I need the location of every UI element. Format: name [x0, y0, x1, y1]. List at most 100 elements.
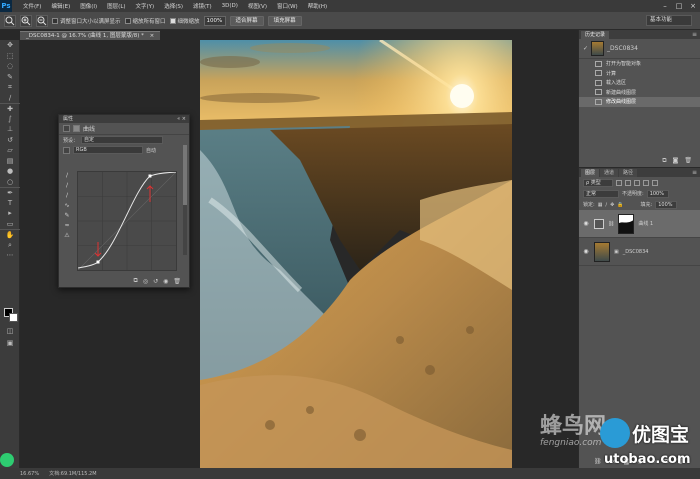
background-color-swatch[interactable]	[9, 313, 18, 322]
reset-icon[interactable]: ↺	[153, 278, 158, 285]
zoom-tool-icon[interactable]	[4, 14, 16, 27]
filter-pixel-icon[interactable]	[616, 179, 622, 186]
menu-help[interactable]: 帮助(H)	[303, 2, 332, 10]
preset-select[interactable]: 自定	[81, 136, 164, 144]
marquee-tool-icon[interactable]: ⬚	[0, 51, 20, 62]
quick-mask-icon[interactable]: ◫	[0, 326, 20, 337]
targeted-adjust-icon[interactable]	[63, 146, 70, 154]
menu-type[interactable]: 文字(Y)	[131, 2, 160, 10]
properties-panel[interactable]: 属性 « × 曲线 预设： 自定 RGB 自动 ∕ ∕ ∕ ∿ ✎ ≈ ⚠ ⧉ …	[58, 114, 190, 288]
shape-tool-icon[interactable]: ▭	[0, 219, 20, 230]
history-item[interactable]: 新建曲线图层	[579, 88, 700, 98]
channel-select[interactable]: RGB	[73, 146, 143, 154]
view-previous-icon[interactable]: ◎	[143, 278, 148, 285]
visibility-icon[interactable]: ◉	[163, 278, 168, 285]
move-tool-icon[interactable]: ✥	[0, 40, 20, 51]
mask-icon[interactable]	[73, 125, 80, 132]
screen-mode-icon[interactable]: ▣	[0, 338, 20, 349]
fit-screen-button[interactable]: 适合屏幕	[229, 15, 264, 26]
menu-filter[interactable]: 滤镜(T)	[188, 2, 217, 10]
auto-button[interactable]: 自动	[146, 147, 156, 154]
healing-brush-tool-icon[interactable]: ✚	[0, 103, 20, 114]
zoom-tool-icon[interactable]: ⌕	[0, 240, 20, 251]
black-point-eyedropper-icon[interactable]: ∕	[62, 171, 72, 181]
menu-layer[interactable]: 图层(L)	[102, 2, 130, 10]
lock-all-icon[interactable]: 🔒	[617, 202, 623, 208]
history-item[interactable]: 载入选区	[579, 78, 700, 88]
tab-paths[interactable]: 路径	[619, 169, 638, 177]
filter-adjustment-icon[interactable]	[625, 179, 631, 186]
close-tab-icon[interactable]: ×	[150, 33, 155, 39]
minimize-button[interactable]: –	[658, 0, 672, 12]
menu-file[interactable]: 文件(F)	[18, 2, 46, 10]
history-item-active[interactable]: 修改曲线图层	[579, 97, 700, 107]
type-tool-icon[interactable]: T	[0, 198, 20, 209]
snapshot-check-icon[interactable]: ✓	[583, 45, 588, 52]
scrubby-zoom-checkbox[interactable]: 细微缩放	[169, 17, 200, 25]
history-item[interactable]: 打开为智能对象	[579, 59, 700, 69]
zoom-all-windows-checkbox[interactable]: 缩放所有窗口	[124, 17, 166, 25]
more-tools-icon[interactable]: ⋯	[0, 250, 20, 261]
eyedropper-tool-icon[interactable]: ∕	[0, 93, 20, 104]
layer-filter-select[interactable]: ρ 类型	[583, 178, 613, 187]
zoom-value-field[interactable]: 100%	[203, 15, 226, 26]
white-point-eyedropper-icon[interactable]: ∕	[62, 191, 72, 201]
delete-icon[interactable]: 🗑	[173, 278, 181, 285]
curves-adjustment-icon[interactable]	[63, 125, 70, 132]
fill-screen-button[interactable]: 填充屏幕	[267, 15, 302, 26]
edit-points-icon[interactable]: ∿	[62, 201, 72, 211]
lock-position-icon[interactable]: ✥	[610, 202, 614, 208]
document-tab[interactable]: _DSC0834-1 @ 16.7% (曲线 1, 图层蒙版/8) * ×	[20, 31, 161, 40]
dodge-tool-icon[interactable]: ○	[0, 177, 20, 188]
zoom-out-icon[interactable]	[36, 14, 48, 27]
gradient-tool-icon[interactable]: ▤	[0, 156, 20, 167]
eraser-tool-icon[interactable]: ▱	[0, 145, 20, 156]
clip-to-layer-icon[interactable]: ⧉	[134, 277, 138, 285]
workspace-select[interactable]: 基本功能	[646, 15, 692, 26]
history-brush-tool-icon[interactable]: ↺	[0, 135, 20, 146]
opacity-field[interactable]: 100%	[646, 189, 669, 198]
tab-channels[interactable]: 通道	[600, 169, 619, 177]
layer-row-curves[interactable]: ◉ ⛓ 曲线 1	[579, 210, 700, 238]
brush-tool-icon[interactable]: ∫	[0, 114, 20, 125]
tab-history[interactable]: 历史记录	[581, 31, 610, 39]
menu-window[interactable]: 窗口(W)	[272, 2, 303, 10]
document-image[interactable]	[200, 40, 512, 470]
clone-stamp-tool-icon[interactable]: ⊥	[0, 124, 20, 135]
filter-shape-icon[interactable]	[643, 179, 649, 186]
layer-row-background[interactable]: ◉ ▣ _DSC0834	[579, 238, 700, 266]
properties-scrollbar[interactable]	[183, 145, 187, 255]
history-item[interactable]: 计算	[579, 69, 700, 79]
menu-image[interactable]: 图像(I)	[75, 2, 102, 10]
menu-view[interactable]: 视图(V)	[243, 2, 272, 10]
gray-point-eyedropper-icon[interactable]: ∕	[62, 181, 72, 191]
filter-type-icon[interactable]	[634, 179, 640, 186]
history-snapshot[interactable]: ✓ _DSC0834	[579, 39, 700, 59]
panel-close-icon[interactable]: « ×	[177, 115, 186, 123]
lock-pixels-icon[interactable]: ∕	[605, 202, 607, 208]
pen-tool-icon[interactable]: ✒	[0, 187, 20, 198]
visibility-eye-icon[interactable]: ◉	[582, 220, 590, 227]
hand-tool-icon[interactable]: ✋	[0, 229, 20, 240]
zoom-in-icon[interactable]	[20, 14, 32, 27]
panel-menu-icon[interactable]: ≡	[692, 168, 697, 177]
color-swatches[interactable]	[4, 308, 18, 322]
crop-tool-icon[interactable]: ⌗	[0, 82, 20, 93]
layer-mask-thumbnail[interactable]	[618, 213, 635, 234]
blend-mode-select[interactable]: 正常	[583, 189, 619, 198]
status-zoom[interactable]: 16.67%	[20, 471, 39, 477]
menu-3d[interactable]: 3D(D)	[217, 3, 243, 9]
fill-field[interactable]: 100%	[655, 200, 678, 209]
properties-titlebar[interactable]: 属性 « ×	[59, 115, 189, 123]
new-document-from-state-icon[interactable]: ⧉	[662, 157, 666, 165]
draw-curve-icon[interactable]: ✎	[62, 211, 72, 221]
quick-select-tool-icon[interactable]: ✎	[0, 72, 20, 83]
lasso-tool-icon[interactable]: ◌	[0, 61, 20, 72]
curve-graph[interactable]	[77, 171, 177, 271]
path-select-tool-icon[interactable]: ▸	[0, 208, 20, 219]
link-layers-icon[interactable]: ⛓	[594, 458, 602, 466]
maximize-button[interactable]: □	[672, 0, 686, 12]
lock-transparency-icon[interactable]: ▦	[598, 202, 603, 208]
visibility-eye-icon[interactable]: ◉	[582, 248, 590, 255]
close-window-button[interactable]: ×	[686, 0, 700, 12]
